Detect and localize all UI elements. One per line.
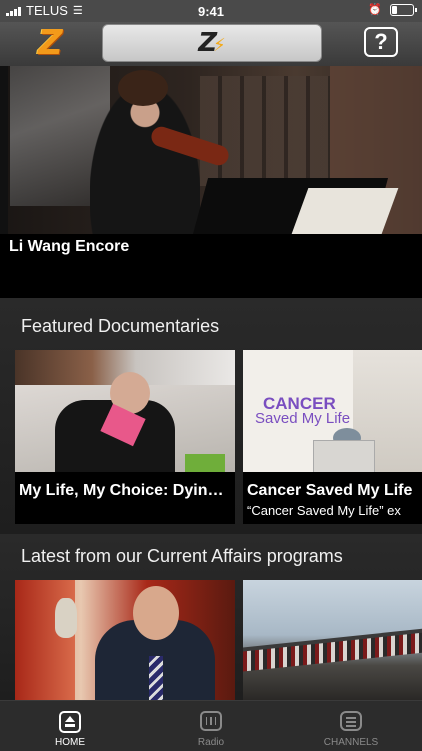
status-right: ⏰ [368, 3, 417, 16]
thumb-tablet [185, 454, 225, 472]
tab-bar: HOME Radio CHANNELS [0, 700, 422, 751]
bolt-icon: ⚡ [213, 35, 226, 56]
sheet-music [291, 188, 399, 234]
thumb-art-line2: Saved My Life [255, 410, 351, 427]
hero-title: Li Wang Encore [9, 238, 130, 255]
channels-icon [340, 711, 362, 731]
tab-label: Radio [197, 737, 225, 748]
news-card[interactable] [243, 580, 422, 700]
tab-label: CHANNELS [323, 737, 379, 748]
help-button[interactable]: ? [364, 27, 398, 57]
card-subtitle: “Cancer Saved My Life” ex [247, 503, 401, 518]
thumb-tie [149, 656, 163, 700]
documentary-card[interactable]: My Life, My Choice: Dyin… [15, 350, 235, 524]
current-affairs-title: Latest from our Current Affairs programs [21, 546, 343, 566]
tab-channels[interactable]: CHANNELS [291, 701, 411, 751]
documentary-card[interactable]: CANCER Saved My Life Cancer Saved My Lif… [243, 350, 422, 524]
news-thumbnail [243, 580, 422, 700]
thumb-crowd [243, 628, 422, 672]
card-title: My Life, My Choice: Dyin… [19, 482, 224, 499]
hero-caption[interactable]: Li Wang Encore [0, 234, 422, 298]
search-logo: Z⚡ [198, 28, 226, 58]
status-bar: TELUS ☰ 9:41 ⏰ [0, 0, 422, 22]
tab-home[interactable]: HOME [10, 701, 130, 751]
nav-bar: Z Z⚡ ? [0, 22, 422, 66]
news-thumbnail [15, 580, 235, 700]
battery-icon [390, 3, 417, 16]
tab-radio[interactable]: Radio [151, 701, 271, 751]
documentaries-title: Featured Documentaries [21, 316, 220, 336]
news-card[interactable] [15, 580, 235, 700]
card-title: Cancer Saved My Life [247, 482, 413, 499]
thumb-face [133, 586, 179, 640]
hero-window [200, 76, 330, 186]
alarm-icon: ⏰ [368, 4, 382, 16]
documentaries-section: Featured Documentaries My Life, My Choic… [0, 298, 422, 534]
hero-edge [0, 66, 8, 234]
hero-image[interactable] [0, 66, 422, 234]
violinist [90, 86, 200, 234]
home-icon [59, 711, 81, 733]
documentary-thumbnail: CANCER Saved My Life [243, 350, 422, 472]
documentary-thumbnail [15, 350, 235, 472]
violinist-hair [118, 70, 168, 106]
app-logo[interactable]: Z [38, 25, 78, 61]
current-affairs-section: Latest from our Current Affairs programs [0, 534, 422, 700]
thumb-cart [313, 440, 375, 472]
status-time: 9:41 [197, 4, 225, 19]
tab-label: HOME [55, 737, 85, 748]
thumb-lamp [55, 598, 77, 638]
battery-fill [392, 5, 397, 14]
search-button[interactable]: Z⚡ [102, 24, 322, 62]
radio-icon [200, 711, 222, 731]
